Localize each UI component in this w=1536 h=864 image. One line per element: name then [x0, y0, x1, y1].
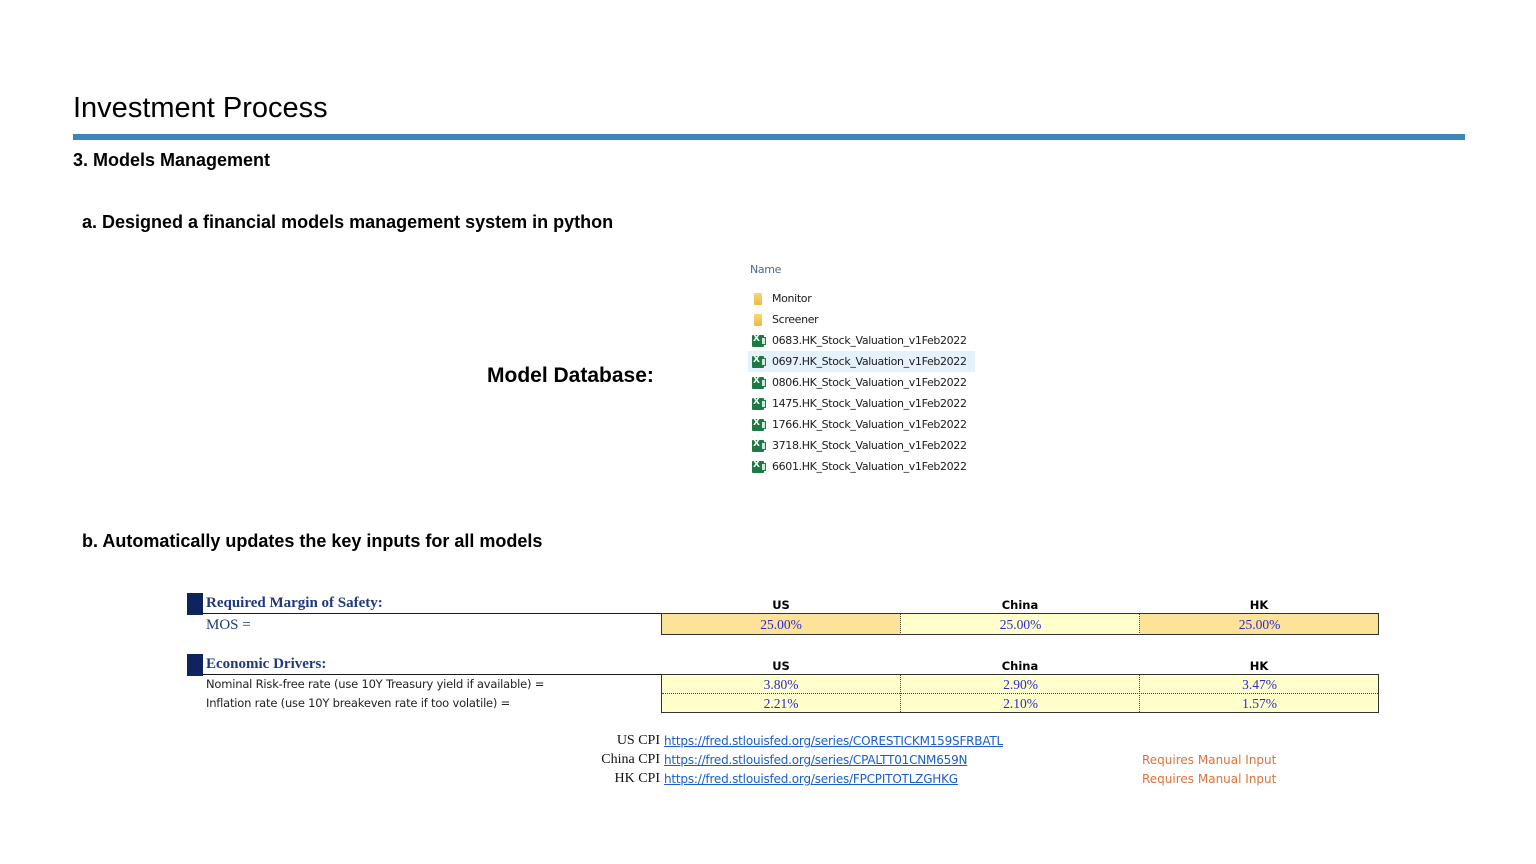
file-name: Monitor	[772, 292, 812, 305]
page-title: Investment Process	[73, 92, 328, 124]
subheading-a: a. Designed a financial models managemen…	[82, 212, 614, 232]
us-cpi-label: US CPI	[616, 733, 660, 748]
cell-divider	[900, 614, 901, 635]
mos-row-label: MOS =	[206, 617, 251, 633]
file-row-monitor[interactable]: Monitor	[748, 288, 975, 309]
section-heading: 3. Models Management	[73, 150, 271, 170]
file-row-1475[interactable]: 1475.HK_Stock_Valuation_v1Feb2022	[748, 393, 975, 414]
row-divider	[662, 693, 1378, 694]
file-name: 1475.HK_Stock_Valuation_v1Feb2022	[772, 397, 967, 410]
file-name: 0806.HK_Stock_Valuation_v1Feb2022	[772, 376, 967, 389]
drivers-col-us: US	[772, 659, 790, 673]
drivers-section-title: Economic Drivers:	[206, 656, 327, 672]
file-row-6601[interactable]: 6601.HK_Stock_Valuation_v1Feb2022	[748, 456, 975, 477]
excel-file-icon	[752, 397, 766, 410]
cell-divider	[1139, 614, 1140, 635]
china-cpi-label: China CPI	[601, 752, 660, 767]
file-name: 6601.HK_Stock_Valuation_v1Feb2022	[772, 460, 967, 473]
file-name: 0697.HK_Stock_Valuation_v1Feb2022	[772, 355, 967, 368]
us-cpi-link[interactable]: https://fred.stlouisfed.org/series/CORES…	[664, 734, 1003, 748]
section-underline	[203, 674, 661, 675]
hk-manual-input-note: Requires Manual Input	[1142, 772, 1277, 786]
mos-us-cell[interactable]: 25.00%	[661, 614, 901, 635]
section-underline	[203, 613, 661, 614]
inflation-us-cell[interactable]: 2.21%	[661, 694, 901, 713]
mos-col-us: US	[772, 598, 790, 612]
drivers-col-hk: HK	[1249, 659, 1269, 673]
risk-free-hk-cell[interactable]: 3.47%	[1140, 675, 1379, 694]
excel-file-icon	[752, 334, 766, 347]
section-marker-square	[187, 654, 203, 676]
file-row-screener[interactable]: Screener	[748, 309, 975, 330]
inflation-china-cell[interactable]: 2.10%	[901, 694, 1140, 713]
name-column-header[interactable]: Name	[750, 263, 781, 276]
file-explorer-panel: Name Monitor Screener 0683.HK_Stock_Valu…	[748, 258, 976, 478]
excel-file-icon	[752, 376, 766, 389]
excel-file-icon	[752, 439, 766, 452]
risk-free-china-cell[interactable]: 2.90%	[901, 675, 1140, 694]
file-name: 1766.HK_Stock_Valuation_v1Feb2022	[772, 418, 967, 431]
risk-free-us-cell[interactable]: 3.80%	[661, 675, 901, 694]
inflation-rate-label: Inflation rate (use 10Y breakeven rate i…	[206, 696, 511, 710]
mos-col-china: China	[1001, 598, 1039, 612]
file-row-0697-selected[interactable]: 0697.HK_Stock_Valuation_v1Feb2022	[748, 351, 975, 372]
file-name: Screener	[772, 313, 819, 326]
folder-icon	[754, 292, 762, 305]
title-rule	[73, 134, 1465, 140]
folder-icon	[754, 313, 762, 326]
file-row-3718[interactable]: 3718.HK_Stock_Valuation_v1Feb2022	[748, 435, 975, 456]
mos-section-title: Required Margin of Safety:	[206, 595, 383, 611]
inflation-hk-cell[interactable]: 1.57%	[1140, 694, 1379, 713]
excel-file-icon	[752, 418, 766, 431]
hk-cpi-label: HK CPI	[614, 771, 660, 786]
drivers-col-china: China	[1001, 659, 1039, 673]
file-name: 0683.HK_Stock_Valuation_v1Feb2022	[772, 334, 967, 347]
subheading-b: b. Automatically updates the key inputs …	[82, 531, 543, 551]
section-marker-square	[187, 593, 203, 615]
excel-file-icon	[752, 460, 766, 473]
china-manual-input-note: Requires Manual Input	[1142, 753, 1277, 767]
risk-free-rate-label: Nominal Risk-free rate (use 10Y Treasury…	[206, 677, 545, 691]
file-row-1766[interactable]: 1766.HK_Stock_Valuation_v1Feb2022	[748, 414, 975, 435]
file-row-0683[interactable]: 0683.HK_Stock_Valuation_v1Feb2022	[748, 330, 975, 351]
mos-hk-cell[interactable]: 25.00%	[1140, 614, 1379, 635]
mos-china-cell[interactable]: 25.00%	[901, 614, 1140, 635]
hk-cpi-link[interactable]: https://fred.stlouisfed.org/series/FPCPI…	[664, 772, 958, 786]
model-database-label: Model Database:	[487, 364, 654, 387]
excel-file-icon	[752, 355, 766, 368]
file-name: 3718.HK_Stock_Valuation_v1Feb2022	[772, 439, 967, 452]
china-cpi-link[interactable]: https://fred.stlouisfed.org/series/CPALT…	[664, 753, 967, 767]
mos-col-hk: HK	[1249, 598, 1269, 612]
file-row-0806[interactable]: 0806.HK_Stock_Valuation_v1Feb2022	[748, 372, 975, 393]
